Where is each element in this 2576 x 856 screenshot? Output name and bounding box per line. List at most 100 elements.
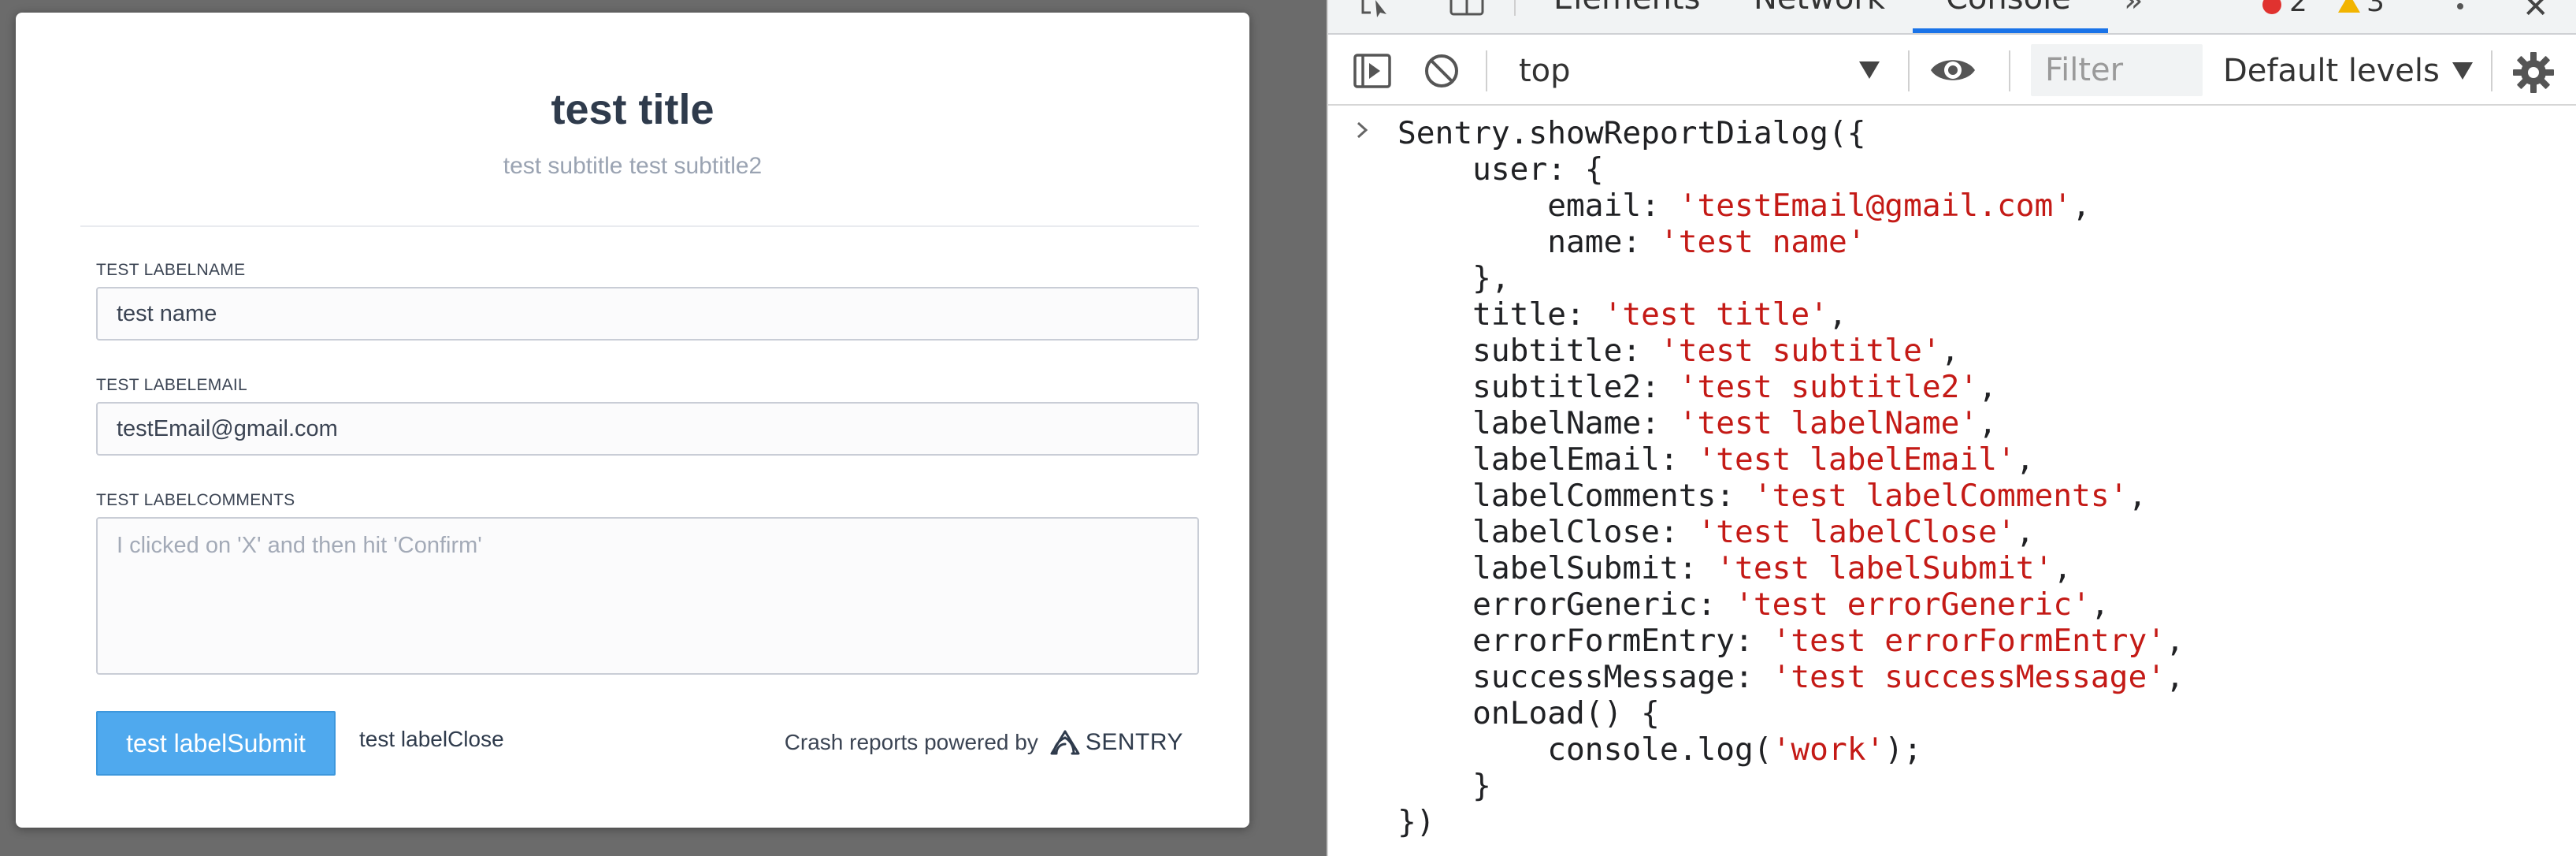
code-token: title:: [1397, 296, 1604, 333]
code-token: ,: [1978, 369, 1997, 405]
email-label: TEST LABELEMAIL: [96, 376, 248, 394]
console-code-line: title: 'test title',: [1397, 296, 2184, 333]
code-token: }): [1397, 804, 1435, 840]
code-token: subtitle2:: [1397, 369, 1679, 405]
code-token: ,: [2015, 514, 2035, 550]
console-code-line: labelSubmit: 'test labelSubmit',: [1397, 550, 2184, 586]
dropdown-arrow-icon: [1859, 61, 1880, 79]
clear-console-icon[interactable]: [1421, 50, 1462, 91]
email-input[interactable]: [96, 402, 1199, 456]
page-area: test title test subtitle test subtitle2 …: [0, 0, 1327, 856]
console-code-line: successMessage: 'test successMessage',: [1397, 659, 2184, 695]
code-token: labelEmail:: [1397, 441, 1698, 478]
dialog-title: test title: [551, 86, 715, 133]
console-code-line: }): [1397, 804, 2184, 840]
code-token: ,: [1978, 405, 1997, 441]
gear-icon[interactable]: [2511, 50, 2556, 95]
code-token: labelComments:: [1397, 478, 1754, 514]
console-code-line: email: 'testEmail@gmail.com',: [1397, 188, 2184, 224]
string-literal: 'test successMessage': [1772, 659, 2166, 695]
string-literal: 'test title': [1603, 296, 1828, 333]
tab-network[interactable]: Network: [1754, 0, 1885, 14]
code-token: }: [1397, 768, 1491, 804]
console-code-line: labelEmail: 'test labelEmail',: [1397, 441, 2184, 478]
console-code-line: errorFormEntry: 'test errorFormEntry',: [1397, 623, 2184, 659]
context-value: top: [1519, 53, 1571, 89]
more-tabs-button[interactable]: »: [2124, 0, 2143, 19]
code-token: ,: [2053, 550, 2073, 586]
name-input[interactable]: [96, 287, 1199, 341]
string-literal: 'test subtitle2': [1678, 369, 1979, 405]
code-token: console.log(: [1397, 731, 1772, 768]
name-label: TEST LABELNAME: [96, 261, 246, 279]
code-token: labelClose:: [1397, 514, 1698, 550]
comments-textarea[interactable]: [96, 517, 1199, 675]
console-code-line: name: 'test name': [1397, 224, 2184, 260]
string-literal: 'test errorGeneric': [1735, 586, 2091, 623]
code-token: ,: [2128, 478, 2147, 514]
console-code-line: labelClose: 'test labelClose',: [1397, 514, 2184, 550]
code-token: errorGeneric:: [1397, 586, 1735, 623]
warning-count[interactable]: 3: [2366, 0, 2385, 18]
console-code-line: errorGeneric: 'test errorGeneric',: [1397, 586, 2184, 623]
sentry-logo-icon: [1050, 730, 1080, 755]
console-code-line: }: [1397, 768, 2184, 804]
console-toolbar: top Default levels: [1328, 36, 2576, 106]
device-toolbar-icon[interactable]: [1448, 0, 1489, 19]
close-link[interactable]: test labelClose: [359, 728, 504, 750]
code-token: labelSubmit:: [1397, 550, 1717, 586]
chevron-right-icon: [1357, 121, 1368, 139]
console-code-line: subtitle2: 'test subtitle2',: [1397, 369, 2184, 405]
code-token: ,: [2166, 623, 2184, 659]
string-literal: 'test labelName': [1678, 405, 1979, 441]
submit-button[interactable]: test labelSubmit: [96, 711, 336, 776]
code-token: ,: [2166, 659, 2184, 695]
warning-icon[interactable]: [2338, 0, 2360, 13]
toolbar-separator: [2491, 50, 2492, 91]
sentry-logo-link[interactable]: SENTRY: [1049, 729, 1183, 756]
devtools-panel: Elements Network Console » 2 3 ✕ top: [1327, 0, 2576, 856]
code-token: email:: [1397, 188, 1679, 224]
devtools-tab-bar: Elements Network Console » 2 3 ✕: [1328, 0, 2576, 35]
string-literal: 'testEmail@gmail.com': [1678, 188, 2073, 224]
string-literal: 'test labelSubmit': [1716, 550, 2054, 586]
filter-input[interactable]: [2031, 44, 2203, 96]
powered-by: Crash reports powered by SENTRY: [785, 727, 1183, 758]
kebab-menu-icon[interactable]: [2456, 0, 2464, 16]
string-literal: 'test errorFormEntry': [1772, 623, 2166, 659]
dropdown-arrow-icon: [2452, 62, 2473, 80]
tab-console[interactable]: Console: [1946, 0, 2071, 14]
code-token: ,: [1828, 296, 1847, 333]
toolbar-separator: [1908, 50, 1910, 91]
error-count[interactable]: 2: [2289, 0, 2307, 18]
live-expression-icon[interactable]: [1928, 54, 1977, 87]
log-levels-dropdown[interactable]: Default levels: [2223, 54, 2473, 88]
sentry-wordmark: SENTRY: [1085, 729, 1183, 755]
code-token: subtitle:: [1397, 333, 1660, 369]
console-sidebar-icon[interactable]: [1352, 50, 1393, 91]
code-token: ,: [2090, 586, 2110, 623]
console-output[interactable]: Sentry.showReportDialog({ user: { email:…: [1328, 107, 2576, 856]
inspect-element-icon[interactable]: [1360, 0, 1397, 19]
toolbar-separator: [2009, 50, 2010, 91]
report-dialog: test title test subtitle test subtitle2 …: [16, 13, 1249, 828]
string-literal: 'test subtitle': [1659, 333, 1941, 369]
code-token: user: {: [1397, 151, 1604, 188]
console-code-line: onLoad() {: [1397, 695, 2184, 731]
console-code-line: user: {: [1397, 151, 2184, 188]
string-literal: 'test labelComments': [1753, 478, 2129, 514]
error-icon[interactable]: [2262, 0, 2281, 14]
code-token: ,: [1940, 333, 1960, 369]
tab-elements[interactable]: Elements: [1553, 0, 1700, 14]
console-code-line: },: [1397, 260, 2184, 296]
console-code-line: subtitle: 'test subtitle',: [1397, 333, 2184, 369]
code-token: labelName:: [1397, 405, 1679, 441]
toolbar-separator: [1486, 50, 1487, 91]
close-icon[interactable]: ✕: [2522, 0, 2549, 25]
context-selector[interactable]: top: [1505, 36, 1887, 106]
header-divider: [80, 225, 1199, 227]
console-code-line: labelName: 'test labelName',: [1397, 405, 2184, 441]
string-literal: 'test labelEmail': [1697, 441, 2016, 478]
code-token: ,: [2072, 188, 2091, 224]
comments-label: TEST LABELCOMMENTS: [96, 491, 295, 509]
